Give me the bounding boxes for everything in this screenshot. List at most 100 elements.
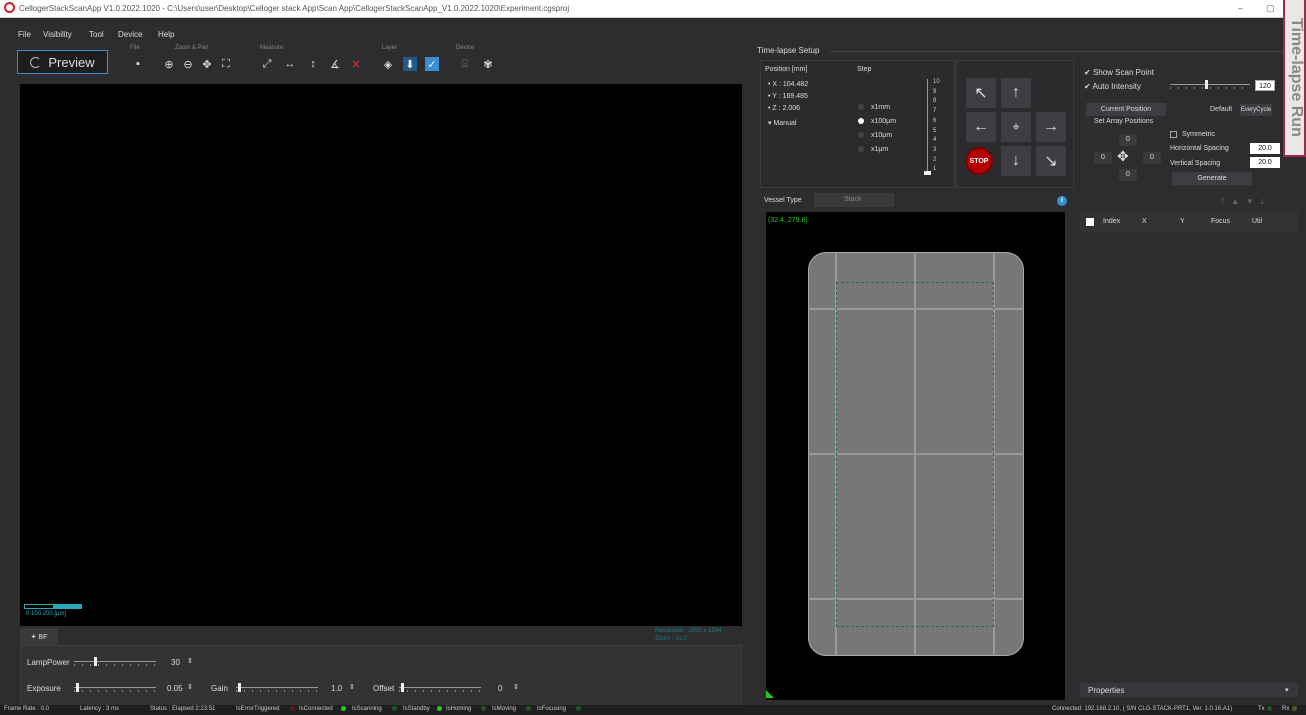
step-scale-tick: 4	[933, 137, 937, 144]
layer-overlay-icon[interactable]: ⬇	[403, 57, 417, 71]
timelapse-run-tab[interactable]: Time-lapse Run	[1283, 0, 1306, 157]
move-bottom-icon[interactable]: ⤓	[1260, 197, 1264, 206]
every-cycle-dropdown[interactable]: EveryCycle	[1240, 104, 1272, 116]
lamp-power-spinner-icon[interactable]: ⇕	[187, 657, 193, 665]
scale-bar-label: 0 100 200 [μm]	[26, 611, 67, 617]
group-device-label: Device	[456, 45, 475, 51]
move-down-button[interactable]: ↓	[1001, 146, 1031, 176]
menu-tool[interactable]: Tool	[89, 30, 104, 39]
spinner-icon	[30, 56, 42, 68]
step-x1um[interactable]: x1μm	[858, 146, 888, 153]
step-scale-tick: 2	[933, 156, 937, 163]
flag-moving: IsMoving	[492, 706, 517, 712]
offset-value[interactable]: 0	[498, 684, 502, 693]
step-x10um[interactable]: x10μm	[858, 132, 892, 139]
lamp-power-value[interactable]: 30	[171, 658, 180, 667]
move-left-button[interactable]: ←	[966, 112, 996, 142]
rx-indicator	[1292, 706, 1297, 711]
exposure-spinner-icon[interactable]: ⇕	[187, 683, 193, 691]
gain-value[interactable]: 1.0	[331, 684, 342, 693]
vessel-type-dropdown[interactable]: Stack	[814, 193, 894, 207]
gain-label: Gain	[211, 684, 228, 693]
home-button[interactable]: ⌖	[1001, 112, 1031, 142]
stop-button[interactable]: STOP	[965, 147, 993, 175]
move-up-icon[interactable]: ▲	[1231, 197, 1239, 206]
offset-slider[interactable]	[399, 683, 481, 693]
v-spacing-input[interactable]: 20.0	[1250, 157, 1280, 168]
array-right-input[interactable]: 0	[1143, 152, 1161, 164]
layer-check-icon[interactable]: ✓	[425, 57, 439, 71]
bf-controls: LampPower 30 ⇕ Exposure 0.05 ⇕ Gain 1.0 …	[20, 645, 742, 706]
save-image-icon[interactable]: ▪	[131, 57, 145, 71]
array-left-input[interactable]: 0	[1094, 152, 1112, 164]
intensity-slider[interactable]	[1170, 80, 1250, 90]
minimize-button[interactable]: –	[1238, 3, 1243, 13]
position-x: • X : 104.482	[768, 81, 809, 88]
menu-device[interactable]: Device	[118, 30, 142, 39]
step-scale-ticks: 10 9 8 7 6 5 4 3 2 1	[933, 79, 947, 179]
measure-horizontal-icon[interactable]: ↔	[283, 57, 297, 71]
v-spacing-label: Vertical Spacing	[1170, 160, 1221, 167]
position-z: • Z : 2.006	[768, 105, 801, 112]
measure-line-icon[interactable]: ⤢	[260, 57, 274, 71]
current-position-button[interactable]: Current Position	[1086, 103, 1166, 116]
menu-help[interactable]: Help	[158, 30, 174, 39]
pan-icon[interactable]: ✥	[200, 57, 214, 71]
preview-button[interactable]: Preview	[17, 50, 108, 74]
col-x[interactable]: X	[1142, 218, 1147, 225]
move-up-button[interactable]: ↑	[1001, 78, 1031, 108]
offset-spinner-icon[interactable]: ⇕	[513, 683, 519, 691]
show-scan-point-checkbox[interactable]: ✔ Show Scan Point	[1084, 68, 1154, 77]
step-x100um[interactable]: x100μm	[858, 118, 896, 125]
move-down-icon[interactable]: ▼	[1246, 197, 1254, 206]
manual-dropdown[interactable]: ▾ Manual	[768, 119, 796, 127]
restore-button[interactable]: ▢	[1266, 3, 1275, 14]
flag-focusing-indicator	[576, 706, 581, 711]
properties-panel[interactable]: Properties ▾	[1080, 683, 1298, 697]
step-x1mm[interactable]: x1mm	[858, 104, 890, 111]
array-bottom-input[interactable]: 0	[1119, 169, 1137, 181]
symmetric-label: Symmetric	[1182, 131, 1216, 138]
menu-file[interactable]: File	[18, 30, 31, 39]
step-scale-tick: 9	[933, 88, 937, 95]
symmetric-checkbox[interactable]	[1170, 131, 1177, 138]
clear-measure-icon[interactable]: ✕	[349, 57, 363, 71]
move-top-icon[interactable]: ⤒	[1221, 197, 1225, 206]
zoom-in-icon[interactable]: ⊕	[162, 57, 176, 71]
move-down-right-button[interactable]: ↘	[1036, 146, 1066, 176]
image-viewer[interactable]	[20, 84, 742, 626]
zoom-out-icon[interactable]: ⊖	[181, 57, 195, 71]
col-focus[interactable]: Focus	[1211, 218, 1230, 225]
latency: Latency : 3 ms	[80, 706, 120, 712]
lamp-power-slider[interactable]	[74, 657, 156, 667]
menu-visibility[interactable]: Visibility	[43, 30, 72, 39]
col-util[interactable]: Util	[1252, 218, 1262, 225]
step-scale-slider[interactable]	[924, 79, 931, 177]
gain-spinner-icon[interactable]: ⇕	[349, 683, 355, 691]
col-index[interactable]: Index	[1103, 218, 1120, 225]
fit-screen-icon[interactable]: ⛶	[219, 57, 233, 71]
exposure-value[interactable]: 0.05	[167, 684, 183, 693]
table-tools: ⤒ ▲ ▼ ⤓	[1221, 197, 1264, 207]
position-y: • Y : 169.485	[768, 93, 808, 100]
array-top-input[interactable]: 0	[1119, 134, 1137, 146]
generate-button[interactable]: Generate	[1172, 172, 1252, 185]
auto-intensity-checkbox[interactable]: ✔ Auto Intensity	[1084, 82, 1141, 91]
move-up-left-button[interactable]: ↖	[966, 78, 996, 108]
intensity-input[interactable]: 120	[1255, 80, 1275, 91]
layers-icon[interactable]: ◈	[381, 57, 395, 71]
bf-tab[interactable]: ✦ BF	[20, 628, 58, 645]
fan-icon[interactable]: ✾	[481, 57, 495, 71]
info-icon[interactable]: i	[1057, 196, 1067, 206]
gain-slider[interactable]	[236, 683, 318, 693]
offset-label: Offset	[373, 684, 395, 693]
exposure-slider[interactable]	[74, 683, 156, 693]
col-y[interactable]: Y	[1180, 218, 1185, 225]
device-autofocus-icon[interactable]: ⌻	[458, 57, 472, 71]
select-all-checkbox[interactable]	[1086, 218, 1094, 226]
h-spacing-input[interactable]: 20.0	[1250, 143, 1280, 154]
move-right-button[interactable]: →	[1036, 112, 1066, 142]
measure-angle-icon[interactable]: ∡	[328, 57, 342, 71]
measure-vertical-icon[interactable]: ↕	[306, 57, 320, 71]
preview-label: Preview	[48, 54, 95, 70]
